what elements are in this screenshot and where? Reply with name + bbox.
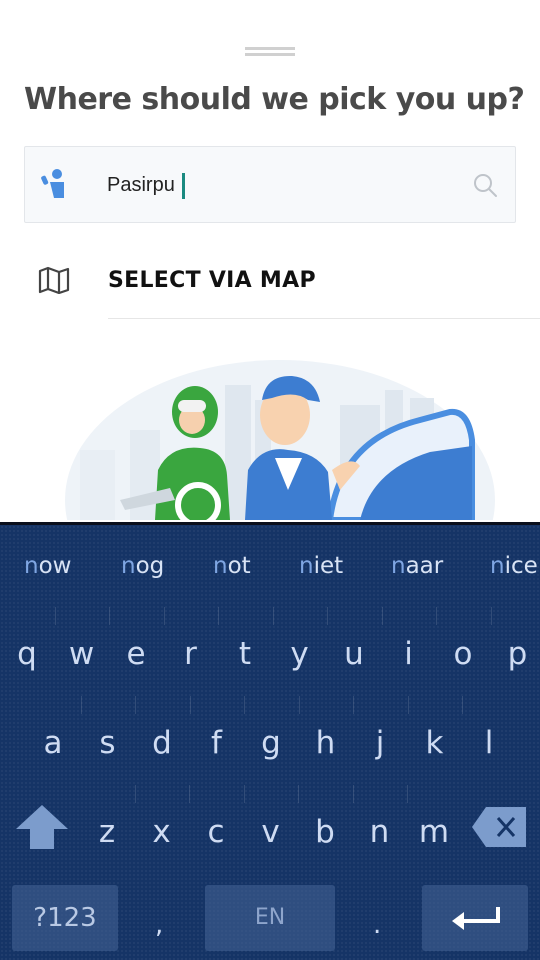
key-separator <box>218 607 219 625</box>
key-w[interactable]: w <box>57 629 107 679</box>
symbols-key[interactable]: ?123 <box>12 885 118 951</box>
select-via-map-row[interactable]: SELECT VIA MAP <box>0 244 540 320</box>
enter-key[interactable] <box>422 885 528 951</box>
key-d[interactable]: d <box>137 718 187 768</box>
key-r[interactable]: r <box>166 629 216 679</box>
suggestion[interactable]: nice <box>490 553 538 579</box>
pickup-search-box[interactable] <box>24 146 516 223</box>
key-x[interactable]: x <box>137 807 187 857</box>
space-key[interactable]: EN <box>205 885 335 951</box>
enter-arrow-icon <box>452 907 500 930</box>
key-separator <box>189 696 191 714</box>
select-via-map-label: SELECT VIA MAP <box>108 268 316 293</box>
key-separator <box>327 607 328 625</box>
key-y[interactable]: y <box>275 629 325 679</box>
key-k[interactable]: k <box>410 718 460 768</box>
drag-handle[interactable] <box>245 47 295 56</box>
pickup-search-input[interactable] <box>107 167 437 203</box>
suggestion-bar: now nog not niet naar nice <box>0 547 540 587</box>
key-separator <box>298 696 300 714</box>
key-f[interactable]: f <box>192 718 242 768</box>
key-separator <box>407 785 408 803</box>
key-separator <box>244 696 245 714</box>
key-separator <box>134 785 136 803</box>
key-i[interactable]: i <box>384 629 434 679</box>
key-g[interactable]: g <box>246 718 296 768</box>
drivers-illustration <box>65 360 495 520</box>
key-j[interactable]: j <box>355 718 405 768</box>
suggestion[interactable]: niet <box>299 553 343 579</box>
key-h[interactable]: h <box>301 718 351 768</box>
key-v[interactable]: v <box>246 807 296 857</box>
key-u[interactable]: u <box>329 629 379 679</box>
key-s[interactable]: s <box>83 718 133 768</box>
text-caret <box>182 173 185 199</box>
key-c[interactable]: c <box>191 807 241 857</box>
search-icon[interactable] <box>471 171 499 199</box>
key-separator <box>381 607 383 625</box>
period-key[interactable]: . <box>373 910 381 940</box>
key-p[interactable]: p <box>493 629 540 679</box>
key-b[interactable]: b <box>300 807 350 857</box>
key-separator <box>109 607 110 625</box>
suggestion[interactable]: nog <box>121 553 164 579</box>
key-separator <box>436 607 437 625</box>
key-z[interactable]: z <box>82 807 132 857</box>
key-separator <box>163 607 165 625</box>
key-separator <box>80 696 82 714</box>
divider <box>108 318 540 319</box>
key-o[interactable]: o <box>438 629 488 679</box>
key-separator <box>353 696 354 714</box>
backspace-icon[interactable] <box>470 805 530 849</box>
key-m[interactable]: m <box>409 807 459 857</box>
comma-key[interactable]: , <box>155 910 163 940</box>
map-icon <box>38 266 70 294</box>
key-q[interactable]: q <box>2 629 52 679</box>
key-separator <box>352 785 354 803</box>
shift-arrow-icon[interactable] <box>14 801 70 853</box>
key-a[interactable]: a <box>28 718 78 768</box>
key-e[interactable]: e <box>111 629 161 679</box>
key-n[interactable]: n <box>355 807 405 857</box>
key-separator <box>54 607 56 625</box>
key-l[interactable]: l <box>464 718 514 768</box>
suggestion[interactable]: now <box>24 553 71 579</box>
suggestion[interactable]: not <box>213 553 251 579</box>
soft-keyboard: now nog not niet naar nice qwertyuiop as… <box>0 522 540 960</box>
key-separator <box>490 607 492 625</box>
key-separator <box>298 785 299 803</box>
key-separator <box>407 696 409 714</box>
suggestion[interactable]: naar <box>391 553 443 579</box>
key-separator <box>189 785 190 803</box>
key-t[interactable]: t <box>220 629 270 679</box>
page-title: Where should we pick you up? <box>24 82 525 117</box>
key-separator <box>462 696 463 714</box>
key-separator <box>272 607 274 625</box>
key-separator <box>135 696 136 714</box>
pickup-person-pin-icon <box>41 169 64 198</box>
key-separator <box>243 785 245 803</box>
